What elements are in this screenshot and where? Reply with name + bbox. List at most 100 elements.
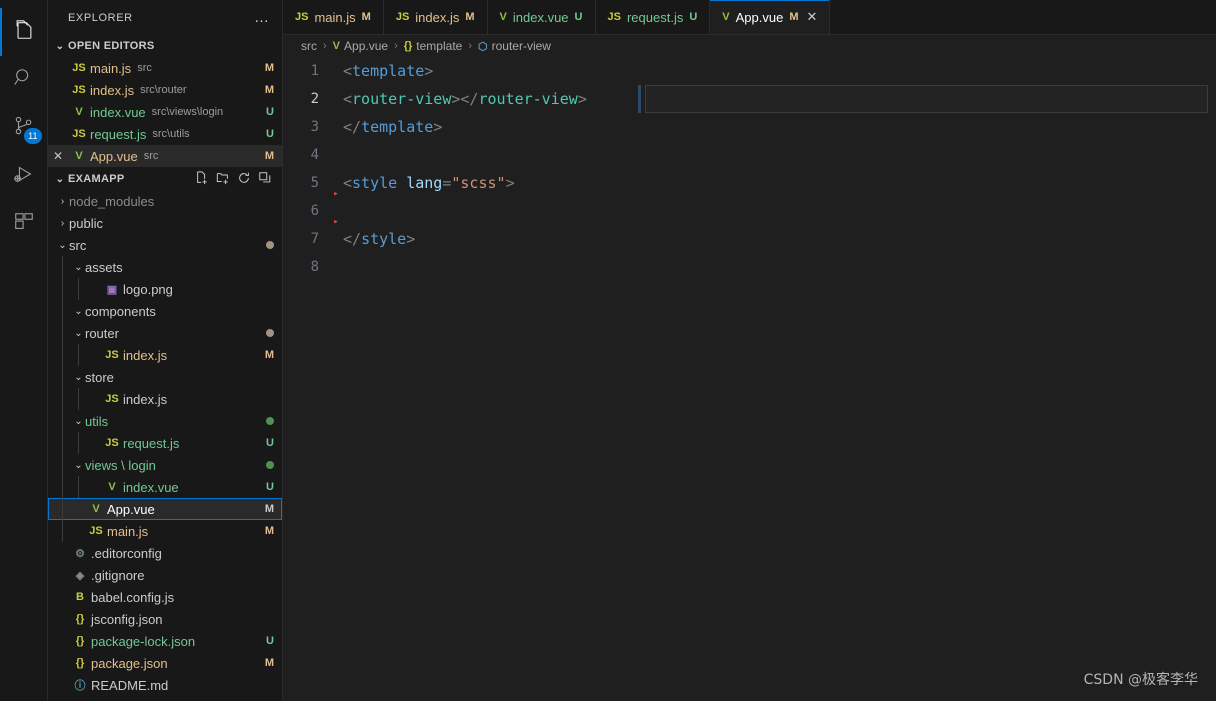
file-type-icon: V xyxy=(75,150,83,162)
open-editor-item[interactable]: JS main.js src M xyxy=(48,57,282,79)
file-tree-item[interactable]: {} package-lock.json U xyxy=(48,630,282,652)
more-actions-icon[interactable]: … xyxy=(254,9,270,26)
collapse-all-icon[interactable] xyxy=(258,171,272,188)
breadcrumb-item[interactable]: ⬡ router-view xyxy=(478,39,551,53)
file-tree-item[interactable]: › node_modules xyxy=(48,190,282,212)
code-editor[interactable]: 1 <template> 2 <router-view></router-view> 3… xyxy=(283,57,1216,701)
folder-change-dot xyxy=(266,241,274,249)
file-tree-item[interactable]: JS request.js U xyxy=(48,432,282,454)
code-line[interactable]: 4 xyxy=(283,141,1216,169)
activity-item-run-debug[interactable] xyxy=(0,152,48,200)
git-status-badge: U xyxy=(266,437,274,449)
line-number: 4 xyxy=(310,147,319,163)
editor-tab-bar: JS main.js M JS index.js M Vindex.vue U JS reques… xyxy=(283,0,1216,35)
file-tree-item[interactable]: JS main.js M xyxy=(48,520,282,542)
section-open-editors-header[interactable]: ⌄ OPEN EDITORS xyxy=(48,35,282,57)
section-project-header[interactable]: ⌄ EXAMAPP xyxy=(48,168,282,190)
file-type-icon: {} xyxy=(75,635,85,647)
file-type-icon: V xyxy=(75,106,83,118)
chevron-icon: ⌄ xyxy=(74,261,83,273)
open-editor-item[interactable]: ✕ V App.vue src M xyxy=(48,145,282,167)
file-tree-item[interactable]: ⌄ store xyxy=(48,366,282,388)
code-line[interactable]: 6 ▸ xyxy=(283,197,1216,227)
activity-item-explorer[interactable] xyxy=(0,8,48,56)
code-line[interactable]: 5 <style lang="scss"> ▸ xyxy=(283,169,1216,199)
chevron-icon: ⌄ xyxy=(74,459,83,471)
text-cursor xyxy=(638,85,641,113)
file-type-icon: ◈ xyxy=(75,569,85,582)
explorer-title-bar: EXPLORER … xyxy=(48,0,282,35)
code-text: <style lang="scss"> xyxy=(343,174,515,192)
activity-item-source-control[interactable]: 11 xyxy=(0,104,48,152)
editor-tab[interactable]: JS index.js M xyxy=(383,0,488,34)
refresh-icon[interactable] xyxy=(237,171,251,188)
file-type-icon: V xyxy=(92,503,100,515)
editor-tab[interactable]: JS main.js M xyxy=(283,0,384,34)
breadcrumb-item[interactable]: {} template xyxy=(404,39,463,53)
folder-change-dot xyxy=(266,417,274,425)
line-number: 3 xyxy=(310,119,319,135)
open-editor-item[interactable]: JS request.js src\utils U xyxy=(48,123,282,145)
code-text: </style> xyxy=(343,230,416,248)
folder-change-dot xyxy=(266,461,274,469)
file-tree-item[interactable]: ◈ .gitignore xyxy=(48,564,282,586)
file-tree-item[interactable]: ⌄ utils xyxy=(48,410,282,432)
code-line[interactable]: 8 xyxy=(283,253,1216,281)
close-icon[interactable]: ✕ xyxy=(48,149,68,163)
open-editor-name: index.js xyxy=(90,82,135,98)
file-tree-item[interactable]: JS index.js xyxy=(48,388,282,410)
file-tree-item[interactable]: › public xyxy=(48,212,282,234)
file-tree-item-label: App.vue xyxy=(107,501,155,517)
tab-label: index.vue xyxy=(512,9,569,25)
file-tree-item[interactable]: {} jsconfig.json xyxy=(48,608,282,630)
code-line[interactable]: 3 </template> xyxy=(283,113,1216,141)
editor-tab[interactable]: Vindex.vue U xyxy=(487,0,596,34)
file-tree-item[interactable]: JS index.js M xyxy=(48,344,282,366)
line-number: 1 xyxy=(310,63,319,79)
tab-label: index.js xyxy=(415,9,460,25)
breadcrumb-label: template xyxy=(416,39,463,53)
code-line[interactable]: 1 <template> xyxy=(283,57,1216,85)
file-type-icon: JS xyxy=(105,393,119,405)
file-tree-item-selected[interactable]: V App.vue M xyxy=(48,498,282,520)
run-debug-icon xyxy=(13,163,35,190)
new-file-icon[interactable] xyxy=(195,170,209,188)
breadcrumb-item[interactable]: src xyxy=(301,39,317,53)
file-tree-item[interactable]: ▣ logo.png xyxy=(48,278,282,300)
open-editor-item[interactable]: Vindex.vue src\views\login U xyxy=(48,101,282,123)
activity-item-search[interactable] xyxy=(0,56,48,104)
file-tree-item[interactable]: ⌄ src xyxy=(48,234,282,256)
file-tree-item-label: utils xyxy=(85,413,109,429)
project-name-label: EXAMAPP xyxy=(68,173,125,185)
file-tree-item[interactable]: Vindex.vue U xyxy=(48,476,282,498)
code-line[interactable]: 2 <router-view></router-view> xyxy=(283,85,1216,113)
file-type-icon: ⚙ xyxy=(75,547,85,560)
file-tree-item-label: request.js xyxy=(123,435,180,451)
file-tree-item[interactable]: ⓘ README.md xyxy=(48,674,282,696)
file-tree-item-label: router xyxy=(85,325,119,341)
editor-group: JS main.js M JS index.js M Vindex.vue U JS reques… xyxy=(283,0,1216,701)
close-icon[interactable]: ✕ xyxy=(807,9,818,25)
file-tree-item-label: public xyxy=(69,215,103,231)
file-tree-item[interactable]: ⌄ components xyxy=(48,300,282,322)
file-tree-item[interactable]: {} package.json M xyxy=(48,652,282,674)
file-tree-item[interactable]: ⚙ .editorconfig xyxy=(48,542,282,564)
editor-tab[interactable]: V App.vue M ✕ xyxy=(710,0,831,34)
code-line[interactable]: 7 </style> xyxy=(283,225,1216,253)
line-number: 2 xyxy=(310,91,319,107)
breadcrumb-label: src xyxy=(301,39,317,53)
file-tree-item[interactable]: ⌄ assets xyxy=(48,256,282,278)
file-tree-item[interactable]: Bbabel.config.js xyxy=(48,586,282,608)
activity-item-extensions[interactable] xyxy=(0,200,48,248)
file-tree-item[interactable]: ⌄ views \ login xyxy=(48,454,282,476)
open-editor-name: main.js xyxy=(90,60,132,76)
breadcrumb-item[interactable]: V App.vue xyxy=(333,39,388,53)
open-editor-item[interactable]: JS index.js src\router M xyxy=(48,79,282,101)
breadcrumb-label: App.vue xyxy=(344,39,389,53)
new-folder-icon[interactable] xyxy=(216,171,230,188)
editor-tab[interactable]: JS request.js U xyxy=(595,0,711,34)
git-status-badge: U xyxy=(266,106,274,118)
open-editor-path: src\router xyxy=(140,84,187,96)
open-editor-name: request.js xyxy=(90,126,147,142)
file-tree-item[interactable]: ⌄ router xyxy=(48,322,282,344)
